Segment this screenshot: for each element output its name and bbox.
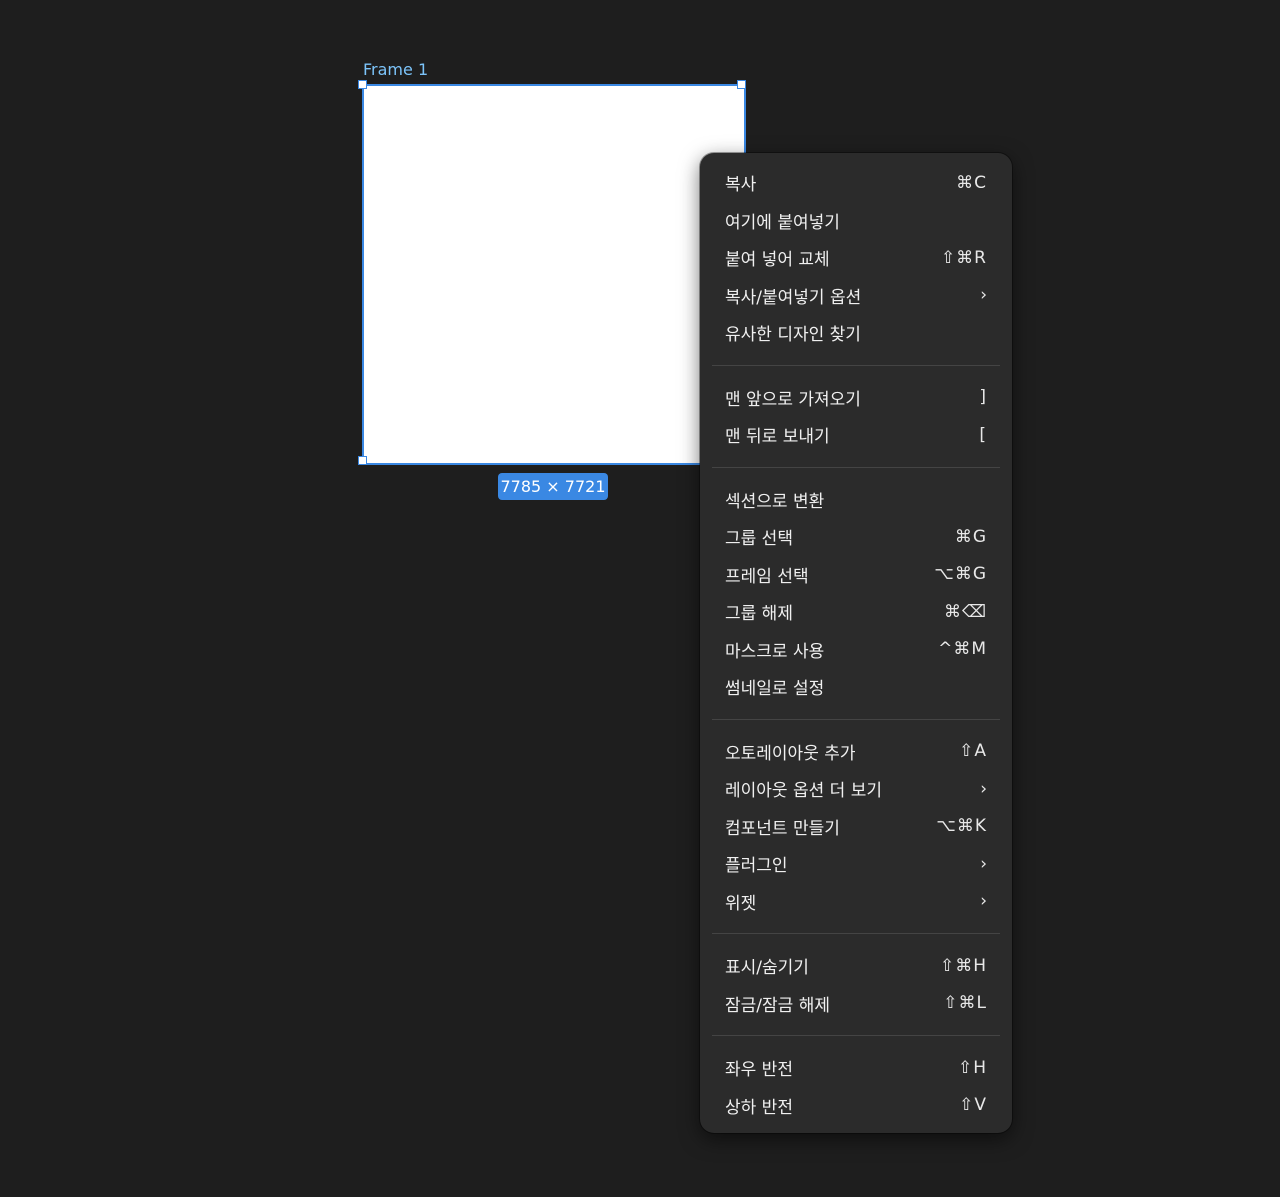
resize-handle-bottom-left[interactable] <box>358 456 367 465</box>
menu-item[interactable]: 섹션으로 변환 <box>712 481 1000 519</box>
menu-item-shortcut: ] <box>979 387 987 408</box>
menu-item-shortcut: ⌥⌘G <box>934 564 987 585</box>
context-menu: 복사 ⌘C 여기에 붙여넣기붙여 넣어 교체 ⇧⌘R 복사/붙여넣기 옵션 › 유사한 디자… <box>700 153 1012 1133</box>
menu-item-label: 마스크로 사용 <box>725 641 825 662</box>
menu-separator <box>712 1035 1000 1036</box>
menu-item-shortcut: ⌘C <box>956 172 987 193</box>
menu-item-label: 레이아웃 옵션 더 보기 <box>725 781 882 802</box>
menu-item[interactable]: 위젯 › <box>712 883 1000 921</box>
menu-item[interactable]: 그룹 해제 ⌘⌫ <box>712 593 1000 631</box>
menu-item-shortcut: ⇧⌘R <box>940 247 987 268</box>
menu-item-label: 유사한 디자인 찾기 <box>725 325 861 346</box>
menu-item[interactable]: 프레임 선택 ⌥⌘G <box>712 556 1000 594</box>
menu-item[interactable]: 좌우 반전 ⇧H <box>712 1049 1000 1087</box>
menu-item-label: 여기에 붙여넣기 <box>725 212 840 233</box>
menu-item-label: 붙여 넣어 교체 <box>725 250 830 271</box>
menu-item-shortcut: ⇧V <box>959 1095 987 1116</box>
menu-item-shortcut: ⌘G <box>954 526 987 547</box>
menu-item-label: 상하 반전 <box>725 1097 793 1118</box>
menu-item-label: 컴포넌트 만들기 <box>725 818 840 839</box>
menu-item[interactable]: 상하 반전 ⇧V <box>712 1087 1000 1125</box>
menu-item-label: 플러그인 <box>725 856 788 877</box>
menu-item-shortcut: ⇧A <box>959 741 987 762</box>
menu-item-label: 복사 <box>725 175 757 196</box>
selected-frame[interactable] <box>362 84 746 465</box>
menu-item-label: 그룹 선택 <box>725 529 793 550</box>
menu-item[interactable]: 썸네일로 설정 <box>712 668 1000 706</box>
menu-separator <box>712 466 1000 468</box>
menu-item-label: 프레임 선택 <box>725 566 809 587</box>
menu-item[interactable]: 붙여 넣어 교체 ⇧⌘R <box>712 239 1000 277</box>
menu-item-label: 그룹 해제 <box>725 604 793 625</box>
menu-item[interactable]: 맨 앞으로 가져오기] <box>712 379 1000 417</box>
menu-item-shortcut: ⇧H <box>957 1057 987 1078</box>
menu-item-shortcut: ⇧⌘L <box>943 993 987 1014</box>
menu-item-label: 복사/붙여넣기 옵션 <box>725 287 862 308</box>
menu-item-shortcut: ^⌘M <box>938 639 987 660</box>
menu-separator <box>712 933 1000 934</box>
resize-handle-top-left[interactable] <box>358 80 367 89</box>
menu-item-label: 맨 뒤로 보내기 <box>725 427 830 448</box>
menu-item[interactable]: 복사/붙여넣기 옵션 › <box>712 277 1000 315</box>
menu-item-shortcut: ⌘⌫ <box>943 601 987 622</box>
menu-item-shortcut: ⌥⌘K <box>936 816 987 837</box>
resize-handle-top-right[interactable] <box>737 80 746 89</box>
menu-item[interactable]: 마스크로 사용 ^⌘M <box>712 631 1000 669</box>
menu-item-label: 좌우 반전 <box>725 1060 793 1081</box>
chevron-right-icon: › <box>980 778 987 799</box>
menu-separator <box>712 718 1000 720</box>
menu-item[interactable]: 그룹 선택 ⌘G <box>712 518 1000 556</box>
menu-item[interactable]: 레이아웃 옵션 더 보기 › <box>712 770 1000 808</box>
menu-item-label: 썸네일로 설정 <box>725 679 825 700</box>
menu-item-shortcut: ⇧⌘H <box>939 955 987 976</box>
menu-item-label: 오토레이아웃 추가 <box>725 743 856 764</box>
menu-item-label: 표시/숨기기 <box>725 958 809 979</box>
chevron-right-icon: › <box>980 891 987 912</box>
menu-item[interactable]: 오토레이아웃 추가 ⇧A <box>712 733 1000 771</box>
menu-item-label: 위젯 <box>725 893 757 914</box>
menu-item[interactable]: 유사한 디자인 찾기 <box>712 314 1000 352</box>
menu-item[interactable]: 여기에 붙여넣기 <box>712 202 1000 240</box>
menu-separator <box>712 364 1000 366</box>
menu-item-label: 섹션으로 변환 <box>725 491 825 512</box>
menu-item[interactable]: 표시/숨기기 ⇧⌘H <box>712 947 1000 985</box>
dimensions-badge: 7785 × 7721 <box>498 473 608 500</box>
frame-label[interactable]: Frame 1 <box>363 60 428 80</box>
menu-item-shortcut: [ <box>979 424 987 445</box>
menu-item[interactable]: 컴포넌트 만들기 ⌥⌘K <box>712 808 1000 846</box>
menu-item-label: 잠금/잠금 해제 <box>725 995 830 1016</box>
menu-item[interactable]: 플러그인 › <box>712 845 1000 883</box>
menu-item[interactable]: 맨 뒤로 보내기 [ <box>712 416 1000 454</box>
menu-item-label: 맨 앞으로 가져오기 <box>725 389 861 410</box>
menu-item[interactable]: 복사 ⌘C <box>712 164 1000 202</box>
chevron-right-icon: › <box>980 285 987 306</box>
menu-item[interactable]: 잠금/잠금 해제 ⇧⌘L <box>712 985 1000 1023</box>
chevron-right-icon: › <box>980 853 987 874</box>
